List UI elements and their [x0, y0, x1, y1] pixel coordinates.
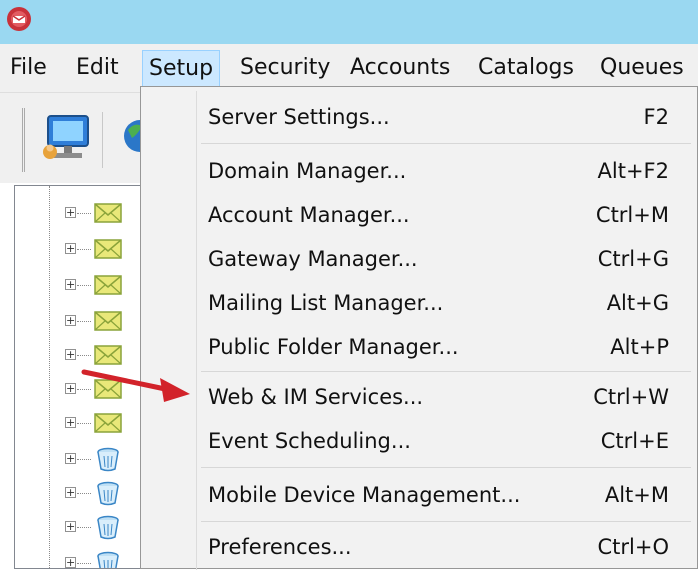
tree-row[interactable]: + [15, 548, 143, 568]
expand-toggle-icon[interactable]: + [65, 279, 76, 290]
menu-item-label: Event Scheduling... [208, 429, 411, 453]
envelope-icon [94, 275, 122, 295]
expand-toggle-icon[interactable]: + [65, 521, 76, 532]
menu-file[interactable]: File [4, 44, 53, 92]
tree-connector [77, 527, 91, 528]
expand-toggle-icon[interactable]: + [65, 557, 76, 568]
menu-item-label: Preferences... [208, 535, 352, 559]
menu-item-label: Mailing List Manager... [208, 291, 444, 315]
toolbar-grip[interactable] [22, 108, 33, 172]
menu-edit[interactable]: Edit [70, 44, 125, 92]
envelope-icon [94, 345, 122, 365]
trash-icon [97, 515, 119, 540]
setup-dropdown-menu: Server Settings... F2 Domain Manager... … [140, 86, 698, 570]
tree-connector [77, 285, 91, 286]
tree-panel[interactable]: + + + + + + + + + + + [14, 185, 144, 569]
menu-item-shortcut: Ctrl+G [597, 247, 669, 271]
menu-item-public-folder-manager[interactable]: Public Folder Manager... Alt+P [141, 327, 697, 367]
expand-toggle-icon[interactable]: + [65, 243, 76, 254]
tree-connector [77, 563, 91, 564]
menu-item-shortcut: Alt+G [606, 291, 669, 315]
menu-item-gateway-manager[interactable]: Gateway Manager... Ctrl+G [141, 239, 697, 279]
menu-item-label: Gateway Manager... [208, 247, 418, 271]
tree-connector [77, 389, 91, 390]
menu-separator [201, 521, 691, 522]
menu-item-account-manager[interactable]: Account Manager... Ctrl+M [141, 195, 697, 235]
trash-icon [97, 551, 119, 568]
tree-connector [77, 459, 91, 460]
tree-connector [77, 213, 91, 214]
menu-item-mailing-list-manager[interactable]: Mailing List Manager... Alt+G [141, 283, 697, 323]
tree-row[interactable]: + [15, 270, 143, 306]
menu-separator [201, 371, 691, 372]
menu-item-web-im-services[interactable]: Web & IM Services... Ctrl+W [141, 377, 697, 417]
menu-item-label: Web & IM Services... [208, 385, 424, 409]
menu-item-shortcut: Ctrl+O [597, 535, 670, 559]
envelope-icon [94, 203, 122, 223]
tree-row[interactable]: + [15, 374, 143, 410]
menu-item-domain-manager[interactable]: Domain Manager... Alt+F2 [141, 151, 697, 191]
menu-separator [201, 467, 691, 468]
tree-connector [77, 249, 91, 250]
menu-catalogs[interactable]: Catalogs [472, 44, 580, 92]
tree-connector [77, 423, 91, 424]
menu-separator [201, 143, 691, 144]
tree-row[interactable]: + [15, 234, 143, 270]
app-logo-icon[interactable] [6, 6, 32, 32]
menu-item-shortcut: Ctrl+E [600, 429, 669, 453]
tree-row[interactable]: + [15, 198, 143, 234]
title-bar [0, 0, 698, 44]
menu-item-shortcut: Alt+F2 [597, 159, 669, 183]
menu-item-event-scheduling[interactable]: Event Scheduling... Ctrl+E [141, 421, 697, 461]
expand-toggle-icon[interactable]: + [65, 487, 76, 498]
menu-item-shortcut: Ctrl+W [593, 385, 669, 409]
tree-row[interactable]: + [15, 478, 143, 514]
tree-row[interactable]: + [15, 340, 143, 376]
menu-queues[interactable]: Queues [594, 44, 690, 92]
trash-icon [97, 447, 119, 472]
menu-item-server-settings[interactable]: Server Settings... F2 [141, 97, 697, 137]
expand-toggle-icon[interactable]: + [65, 383, 76, 394]
tree-row[interactable]: + [15, 512, 143, 548]
menu-accounts[interactable]: Accounts [344, 44, 456, 92]
tree-row[interactable]: + [15, 306, 143, 342]
toolbar-separator [102, 112, 103, 168]
envelope-icon [94, 413, 122, 433]
tree-connector [77, 355, 91, 356]
menu-item-label: Public Folder Manager... [208, 335, 459, 359]
menu-item-shortcut: Alt+P [610, 335, 669, 359]
menu-item-shortcut: F2 [643, 105, 669, 129]
tree-row[interactable]: + [15, 408, 143, 444]
envelope-icon [94, 311, 122, 331]
menu-item-shortcut: Ctrl+M [595, 203, 669, 227]
menu-item-mobile-device-management[interactable]: Mobile Device Management... Alt+M [141, 475, 697, 515]
menu-item-label: Server Settings... [208, 105, 390, 129]
expand-toggle-icon[interactable]: + [65, 349, 76, 360]
menu-item-label: Mobile Device Management... [208, 483, 521, 507]
computer-icon[interactable] [40, 112, 96, 164]
expand-toggle-icon[interactable]: + [65, 207, 76, 218]
tree-connector [77, 321, 91, 322]
tree-connector [77, 493, 91, 494]
menu-item-preferences[interactable]: Preferences... Ctrl+O [141, 527, 697, 567]
envelope-icon [94, 379, 122, 399]
expand-toggle-icon[interactable]: + [65, 453, 76, 464]
menu-item-label: Account Manager... [208, 203, 410, 227]
trash-icon [97, 481, 119, 506]
expand-toggle-icon[interactable]: + [65, 417, 76, 428]
expand-toggle-icon[interactable]: + [65, 315, 76, 326]
menu-security[interactable]: Security [234, 44, 336, 92]
menu-setup[interactable]: Setup [142, 50, 221, 88]
envelope-icon [94, 239, 122, 259]
tree-row[interactable]: + [15, 444, 143, 480]
menu-item-shortcut: Alt+M [604, 483, 669, 507]
menu-item-label: Domain Manager... [208, 159, 407, 183]
